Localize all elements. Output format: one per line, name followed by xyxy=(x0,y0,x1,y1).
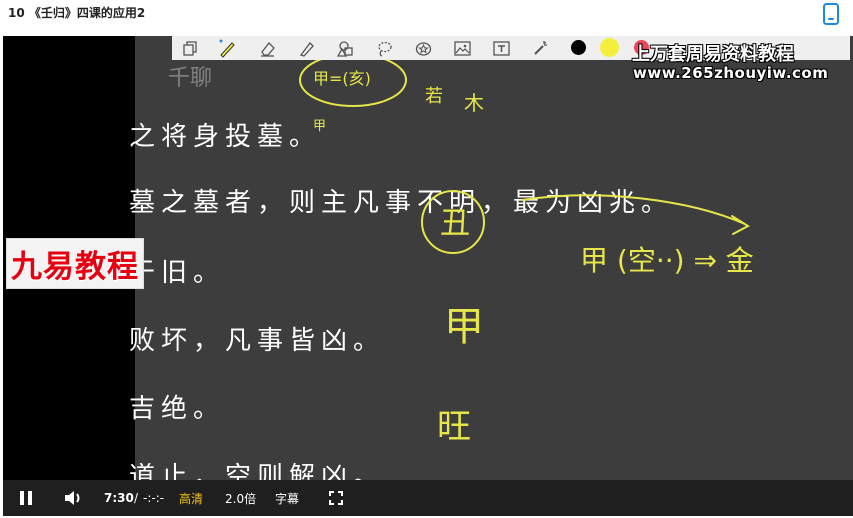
page-title: 10 《壬归》四课的应用2 xyxy=(8,6,146,20)
color-yellow-swatch[interactable] xyxy=(600,38,619,57)
faint-watermark: 千聊 xyxy=(168,66,213,91)
current-time: 7:30 xyxy=(104,491,134,505)
slide-line-1: 之将身投墓。 xyxy=(129,122,322,152)
slide-line-6: 道止，空则解凶。 xyxy=(129,462,386,480)
player-controls: 7:30 / -:-:- 高清 2.0倍 字幕 xyxy=(3,480,853,516)
title-bar: 10 《壬归》四课的应用2 xyxy=(0,0,853,27)
brand-watermark-top: 上万套周易资料教程 xyxy=(632,44,794,65)
shapes-icon[interactable] xyxy=(336,39,355,58)
eraser-icon[interactable] xyxy=(258,39,277,58)
pause-icon[interactable] xyxy=(19,480,33,516)
mobile-view-icon[interactable] xyxy=(821,3,841,25)
laser-pointer-icon[interactable] xyxy=(531,39,550,58)
copy-icon[interactable] xyxy=(181,39,200,58)
time-separator: / xyxy=(134,491,139,505)
slide-line-2: 墓之墓者，则主凡事不明，最为凶兆。 xyxy=(129,188,674,218)
image-icon[interactable] xyxy=(453,39,472,58)
volume-icon[interactable] xyxy=(63,480,85,516)
stamp-icon[interactable] xyxy=(414,39,433,58)
slide-line-4: 败坏，凡事皆凶。 xyxy=(129,326,386,356)
text-icon[interactable] xyxy=(492,39,511,58)
lasso-icon[interactable] xyxy=(375,39,394,58)
url-watermark: www.265zhouyiw.com xyxy=(633,64,829,82)
color-black-swatch[interactable] xyxy=(571,40,586,55)
fullscreen-icon[interactable] xyxy=(329,480,343,516)
brand-watermark-left: 九易教程 xyxy=(6,238,144,289)
subtitles-button[interactable]: 字幕 xyxy=(275,480,299,516)
slide-line-5: 吉绝。 xyxy=(129,394,226,424)
quality-button[interactable]: 高清 xyxy=(179,480,203,516)
pen-icon[interactable] xyxy=(218,39,237,58)
speed-button[interactable]: 2.0倍 xyxy=(225,480,256,516)
total-time: -:-:- xyxy=(143,491,165,505)
highlighter-icon[interactable] xyxy=(297,39,316,58)
